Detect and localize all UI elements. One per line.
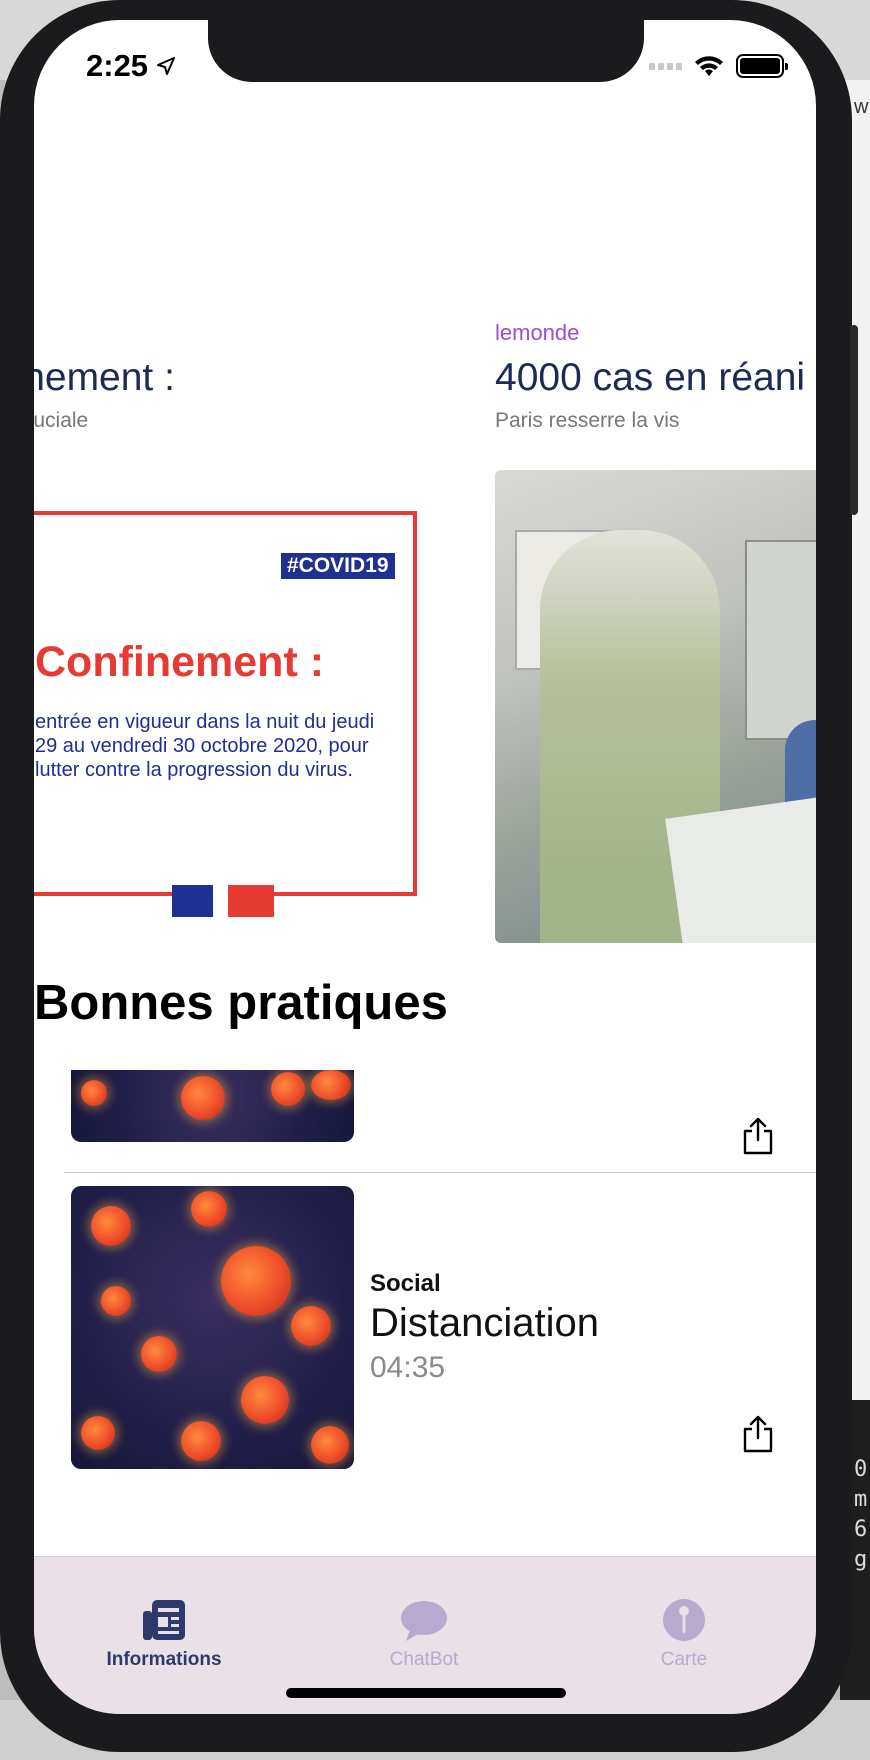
news-source (34, 320, 432, 348)
section-title: Bonnes pratiques (34, 976, 448, 1030)
news-subtitle: Paris resserre la vis (495, 409, 680, 432)
app-screen: 2:25 nfinement : ine cruciale (34, 20, 816, 1714)
news-subtitle: ine cruciale (34, 409, 89, 432)
list-item[interactable] (64, 1070, 816, 1173)
cellular-signal-icon (649, 62, 682, 70)
device-notch (208, 20, 644, 82)
list-item[interactable]: Social Distanciation 04:35 (64, 1174, 816, 1474)
battery-level (740, 58, 780, 74)
news-source: lemonde (495, 320, 580, 345)
news-image[interactable] (495, 470, 816, 943)
news-image[interactable]: #COVID19 Confinement : entrée en vigueur… (34, 470, 432, 943)
map-pin-icon (663, 1599, 705, 1641)
news-card[interactable]: nfinement : ine cruciale #COVID19 Confin… (34, 320, 432, 943)
practice-duration: 04:35 (370, 1351, 446, 1384)
tab-informations[interactable]: Informations (64, 1597, 264, 1671)
newspaper-icon (143, 1600, 185, 1640)
share-icon[interactable] (740, 1116, 776, 1156)
practice-title: Distanciation (370, 1301, 600, 1345)
chat-bubble-icon (401, 1601, 447, 1641)
share-icon[interactable] (740, 1414, 776, 1454)
home-indicator (286, 1688, 566, 1698)
status-time: 2:25 (86, 48, 176, 84)
tab-label: ChatBot (389, 1649, 459, 1670)
poster-heading: Confinement : (35, 638, 325, 686)
practice-thumbnail (71, 1070, 354, 1142)
confinement-poster: #COVID19 Confinement : entrée en vigueur… (34, 470, 432, 943)
tab-label: Informations (106, 1649, 222, 1670)
practice-thumbnail (71, 1186, 354, 1469)
location-arrow-icon (157, 57, 176, 75)
status-icons (649, 54, 788, 78)
desktop-edge-text: w (854, 96, 869, 118)
news-carousel[interactable]: nfinement : ine cruciale #COVID19 Confin… (34, 320, 816, 945)
status-time-text: 2:25 (86, 48, 149, 83)
tab-carte[interactable]: Carte (584, 1597, 784, 1671)
tab-label: Carte (660, 1649, 708, 1670)
tab-chatbot[interactable]: ChatBot (324, 1597, 524, 1671)
bacteria-image (71, 1070, 354, 1142)
battery-icon (736, 54, 788, 78)
practice-category: Social (370, 1270, 441, 1297)
poster-body: entrée en vigueur dans la nuit du jeudi … (35, 711, 375, 781)
news-title: 4000 cas en réani (495, 356, 806, 399)
bacteria-image (71, 1186, 354, 1469)
phone-frame: 2:25 nfinement : ine cruciale (0, 0, 858, 1752)
news-title: nfinement : (34, 356, 175, 399)
french-flag-logo (172, 885, 274, 917)
hospital-photo (495, 470, 816, 943)
poster-hashtag: #COVID19 (281, 553, 395, 579)
wifi-icon (695, 56, 723, 76)
desktop-code-text: 0 m 6 g (854, 1457, 868, 1572)
news-card[interactable]: lemonde 4000 cas en réani Paris resserre… (495, 320, 816, 943)
